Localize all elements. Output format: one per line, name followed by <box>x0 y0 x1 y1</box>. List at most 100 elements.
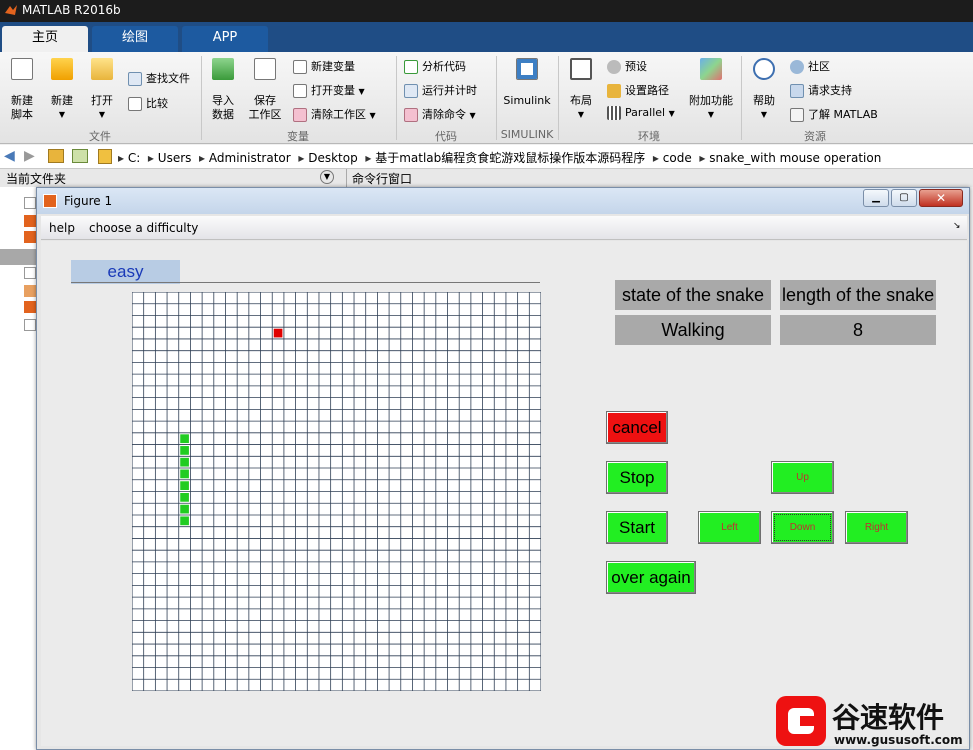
gear-icon <box>607 60 621 74</box>
compare-icon <box>128 97 142 111</box>
game-board[interactable] <box>132 292 541 691</box>
environment-group-label: 环境 <box>638 130 660 143</box>
set-path-button[interactable]: 设置路径 <box>607 82 669 98</box>
cancel-button[interactable]: cancel <box>606 411 668 444</box>
figure-title-bar[interactable]: Figure 1 ▁ ▢ ✕ <box>37 188 969 214</box>
watermark-logo-icon <box>776 696 826 746</box>
support-icon <box>790 84 804 98</box>
set-path-label: 设置路径 <box>625 84 669 97</box>
figure-file-icon[interactable] <box>24 301 36 313</box>
clear-commands-button[interactable]: 清除命令 ▼ <box>404 106 476 122</box>
open-variable-button[interactable]: 打开变量 ▼ <box>293 82 365 98</box>
matlab-logo-icon <box>5 5 17 15</box>
preferences-button[interactable]: 预设 <box>607 58 647 74</box>
divider <box>346 169 347 187</box>
snake-segment <box>180 516 189 526</box>
simulink-group-label: SIMULINK <box>500 128 554 141</box>
current-folder-pane[interactable] <box>0 187 38 750</box>
minimize-button[interactable]: ▁ <box>863 189 889 207</box>
run-and-time-button[interactable]: 运行并计时 <box>404 82 477 98</box>
simulink-button[interactable]: Simulink <box>500 58 554 108</box>
folder-icon <box>91 58 113 80</box>
maximize-button[interactable]: ▢ <box>891 189 917 207</box>
breadcrumb[interactable]: ▸ C: ▸ Users ▸ Administrator ▸ Desktop ▸… <box>118 149 881 166</box>
tab-home[interactable]: 主页 <box>2 26 88 52</box>
simulink-icon <box>516 58 538 80</box>
current-folder-title: 当前文件夹 <box>6 172 67 186</box>
learn-matlab-label: 了解 MATLAB <box>808 108 878 121</box>
parallel-button[interactable]: Parallel ▼ <box>607 106 675 120</box>
browse-folder-icon[interactable] <box>72 149 88 163</box>
open-variable-icon <box>293 84 307 98</box>
figure-file-icon[interactable] <box>24 215 36 227</box>
panel-menu-icon[interactable]: ▼ <box>320 170 334 184</box>
learn-icon <box>790 108 804 122</box>
new-variable-icon <box>293 60 307 74</box>
addons-label: 附加功能 <box>689 94 733 107</box>
new-variable-button[interactable]: 新建变量 <box>293 58 355 74</box>
save-workspace-icon <box>254 58 276 80</box>
breadcrumb-item[interactable]: snake_with mouse operation <box>709 151 881 165</box>
plus-icon <box>51 58 73 80</box>
find-files-label: 查找文件 <box>146 72 190 85</box>
find-files-button[interactable]: 查找文件 <box>128 70 190 86</box>
file-group-label: 文件 <box>89 130 111 143</box>
open-button[interactable]: 打开 ▼ <box>86 58 118 122</box>
close-button[interactable]: ✕ <box>919 189 963 207</box>
chevron-down-icon: ▼ <box>577 110 585 119</box>
new-script-button[interactable]: 新建 脚本 <box>4 58 40 122</box>
addons-button[interactable]: 附加功能 ▼ <box>686 58 736 122</box>
left-button[interactable]: Left <box>698 511 761 544</box>
right-button[interactable]: Right <box>845 511 908 544</box>
tab-plots[interactable]: 绘图 <box>92 26 178 52</box>
ribbon-tab-row: 主页 绘图 APP <box>0 22 973 52</box>
file-icon[interactable] <box>24 197 36 209</box>
figure-file-icon[interactable] <box>24 231 36 243</box>
forward-arrow-icon[interactable]: ▶ <box>24 148 35 164</box>
down-button[interactable]: Down <box>771 511 834 544</box>
find-files-icon <box>128 72 142 86</box>
over-again-button[interactable]: over again <box>606 561 696 594</box>
folder-icon <box>607 84 621 98</box>
watermark-brand: 谷速软件 <box>832 701 945 734</box>
analyze-code-button[interactable]: 分析代码 <box>404 58 466 74</box>
tab-apps[interactable]: APP <box>182 26 268 52</box>
breadcrumb-item[interactable]: Desktop <box>308 151 358 165</box>
learn-matlab-button[interactable]: 了解 MATLAB <box>790 106 878 122</box>
snake-segment <box>180 469 189 479</box>
help-button[interactable]: 帮助 ▼ <box>748 58 780 122</box>
menu-choose-difficulty[interactable]: choose a difficulty <box>89 221 198 235</box>
stop-button[interactable]: Stop <box>606 461 668 494</box>
difficulty-label: easy <box>71 260 180 284</box>
breadcrumb-item[interactable]: Administrator <box>209 151 291 165</box>
save-workspace-button[interactable]: 保存 工作区 <box>246 58 284 122</box>
menu-help[interactable]: help <box>49 221 75 235</box>
file-icon[interactable] <box>24 267 36 279</box>
layout-button[interactable]: 布局 ▼ <box>566 58 596 122</box>
selected-file-row[interactable] <box>0 249 38 265</box>
request-support-button[interactable]: 请求支持 <box>790 82 852 98</box>
community-icon <box>790 60 804 74</box>
up-button[interactable]: Up <box>771 461 834 494</box>
request-support-label: 请求支持 <box>808 84 852 97</box>
function-file-icon[interactable] <box>24 285 36 297</box>
breadcrumb-item[interactable]: C: <box>128 151 140 165</box>
start-button[interactable]: Start <box>606 511 668 544</box>
new-script-icon <box>11 58 33 80</box>
new-button[interactable]: 新建 ▼ <box>46 58 78 122</box>
figure-icon <box>43 194 57 208</box>
layout-label: 布局 <box>570 94 592 107</box>
up-folder-icon[interactable] <box>48 149 64 163</box>
breadcrumb-item[interactable]: code <box>663 151 692 165</box>
compare-button[interactable]: 比较 <box>128 95 168 111</box>
import-data-button[interactable]: 导入 数据 <box>206 58 240 122</box>
dock-arrow-icon[interactable]: ↘ <box>953 221 961 231</box>
breadcrumb-item[interactable]: Users <box>158 151 192 165</box>
community-button[interactable]: 社区 <box>790 58 830 74</box>
back-arrow-icon[interactable]: ◀ <box>4 148 15 164</box>
figure-window[interactable]: Figure 1 ▁ ▢ ✕ help choose a difficulty … <box>36 187 970 750</box>
clear-workspace-button[interactable]: 清除工作区 ▼ <box>293 106 376 122</box>
breadcrumb-item[interactable]: 基于matlab编程贪食蛇游戏鼠标操作版本源码程序 <box>375 151 645 165</box>
code-group-label: 代码 <box>435 130 457 143</box>
file-icon[interactable] <box>24 319 36 331</box>
